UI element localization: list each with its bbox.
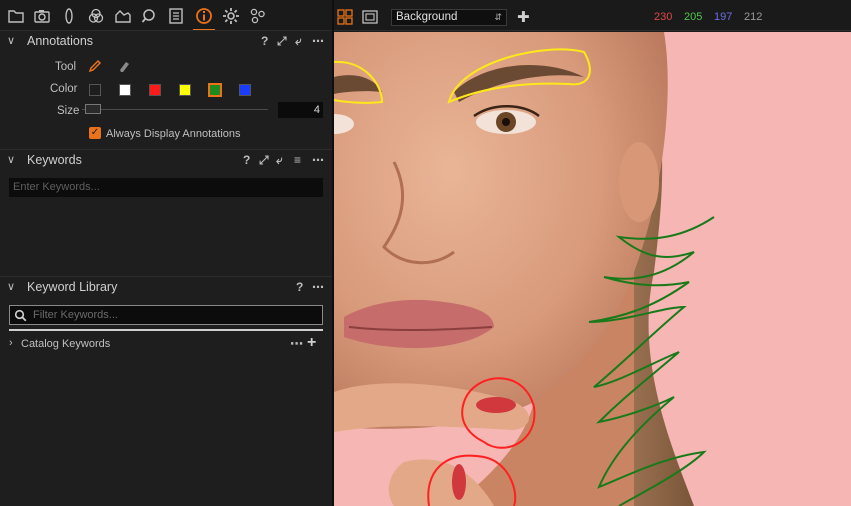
size-value-field[interactable]: 4 xyxy=(278,102,323,118)
color-label: Color xyxy=(50,83,78,95)
enter-keywords-input[interactable]: Enter Keywords... xyxy=(9,178,323,197)
reset-icon[interactable]: ⤶ xyxy=(276,153,283,168)
chevron-down-icon[interactable]: ∨ xyxy=(7,153,15,166)
expand-icon[interactable]: ⤢ xyxy=(277,34,287,49)
metadata-tab-icon[interactable] xyxy=(165,5,187,27)
size-label: Size xyxy=(57,105,80,117)
filter-keywords-input[interactable]: Filter Keywords... xyxy=(9,305,323,325)
lens-tab-icon[interactable] xyxy=(58,5,80,27)
more-icon[interactable]: ⋯ xyxy=(312,34,324,48)
rgb-readout-r: 230 xyxy=(654,11,673,23)
section-title: Keyword Library xyxy=(27,280,118,294)
exposure-tab-icon[interactable] xyxy=(112,5,134,27)
help-icon[interactable]: ? xyxy=(296,280,303,294)
filter-placeholder: Filter Keywords... xyxy=(33,309,118,321)
always-display-label: Always Display Annotations xyxy=(106,128,241,140)
color-picker-icon[interactable]: ✚ xyxy=(517,8,530,26)
image-viewer[interactable] xyxy=(334,32,851,506)
list-icon[interactable]: ≡ xyxy=(294,153,301,167)
always-display-checkbox[interactable]: ✓ xyxy=(89,127,101,139)
keywords-header[interactable]: ∨ Keywords ? ⤢ ⤶ ≡ ⋯ xyxy=(0,149,332,171)
select-arrows-icon: ⇵ xyxy=(494,12,502,22)
rgb-readout-l: 212 xyxy=(744,11,763,23)
expand-icon[interactable]: ⤢ xyxy=(259,153,269,168)
background-select[interactable]: Background ⇵ xyxy=(391,9,507,26)
search-icon xyxy=(14,309,27,322)
tool-tabs-bar xyxy=(0,0,332,31)
annotations-header[interactable]: ∨ Annotations ? ⤢ ⤶ ⋯ xyxy=(0,30,332,52)
reset-icon[interactable]: ⤶ xyxy=(295,34,302,49)
chevron-right-icon[interactable]: › xyxy=(9,337,13,349)
more-icon[interactable]: ⋯ xyxy=(312,280,324,294)
adjustments-tab-icon[interactable] xyxy=(193,5,215,31)
help-icon[interactable]: ? xyxy=(261,34,268,48)
filter-divider xyxy=(9,329,323,331)
help-icon[interactable]: ? xyxy=(243,153,250,167)
more-icon[interactable]: ⋯ xyxy=(290,336,303,352)
tool-label: Tool xyxy=(55,61,77,73)
size-slider-track[interactable] xyxy=(82,109,268,110)
single-view-icon[interactable] xyxy=(362,9,378,28)
chevron-down-icon[interactable]: ∨ xyxy=(7,34,15,47)
portrait-photo[interactable] xyxy=(334,32,851,506)
background-select-value: Background xyxy=(396,11,458,23)
tools-panel: ∨ Annotations ? ⤢ ⤶ ⋯ Tool Color Size 4 … xyxy=(0,0,332,506)
color-swatch[interactable] xyxy=(208,83,222,97)
color-tab-icon[interactable] xyxy=(85,5,107,27)
color-swatch[interactable] xyxy=(119,84,131,96)
pen-tool-icon[interactable] xyxy=(87,58,103,77)
color-swatch[interactable] xyxy=(179,84,191,96)
details-tab-icon[interactable] xyxy=(139,5,161,27)
chevron-down-icon[interactable]: ∨ xyxy=(7,280,15,293)
color-swatch[interactable] xyxy=(239,84,251,96)
catalog-keywords-label[interactable]: Catalog Keywords xyxy=(21,338,110,350)
section-title: Keywords xyxy=(27,153,82,167)
keyword-library-header[interactable]: ∨ Keyword Library ? ⋯ xyxy=(0,276,332,298)
more-icon[interactable]: ⋯ xyxy=(312,153,324,167)
library-tab-icon[interactable] xyxy=(5,5,27,27)
add-icon[interactable]: + xyxy=(307,334,316,352)
batch-tab-icon[interactable] xyxy=(247,5,269,27)
capture-tab-icon[interactable] xyxy=(31,5,53,27)
output-tab-icon[interactable] xyxy=(220,5,242,27)
rgb-readout-b: 197 xyxy=(714,11,733,23)
color-swatch[interactable] xyxy=(149,84,161,96)
grid-view-icon[interactable] xyxy=(337,9,353,28)
color-swatch[interactable] xyxy=(89,84,101,96)
size-slider-thumb[interactable] xyxy=(85,104,102,114)
section-title: Annotations xyxy=(27,34,94,48)
eraser-tool-icon[interactable] xyxy=(117,58,133,77)
rgb-readout-g: 205 xyxy=(684,11,703,23)
